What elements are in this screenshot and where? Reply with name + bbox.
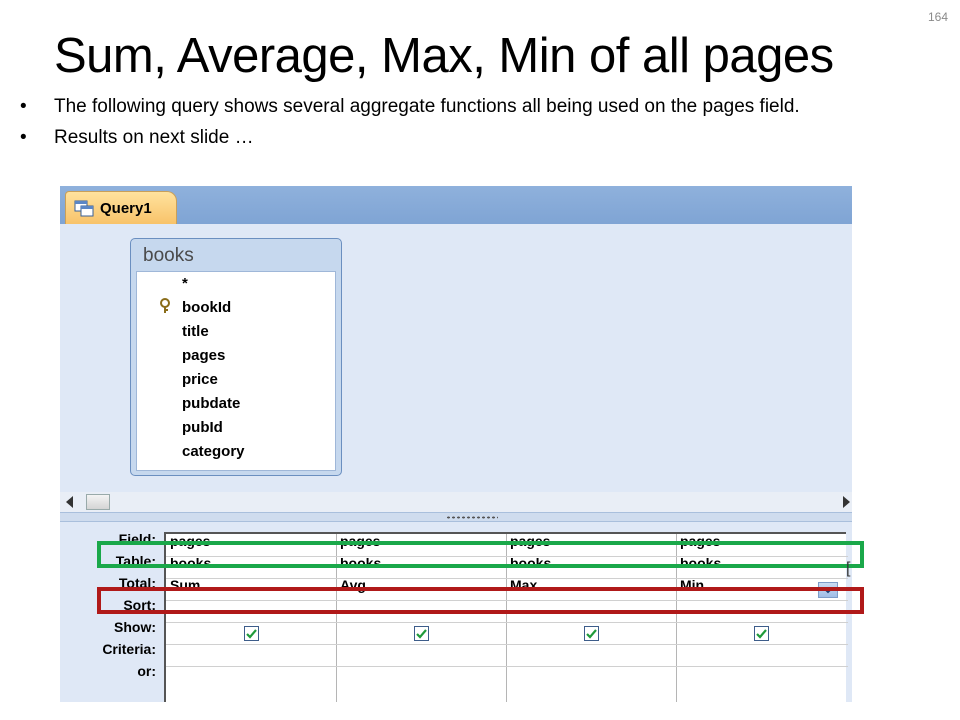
bullet-dot: • xyxy=(20,96,27,117)
field-item-pubdate[interactable]: pubdate xyxy=(182,394,240,414)
query-icon xyxy=(74,199,94,217)
bullet-dot: • xyxy=(20,127,27,148)
tab-query1[interactable]: Query1 xyxy=(65,191,177,224)
field-item-asterisk[interactable]: * xyxy=(182,274,188,294)
bullet-item: • Results on next slide … xyxy=(20,127,950,149)
checkmark-icon xyxy=(246,629,257,639)
bullet-text: Results on next slide … xyxy=(54,127,254,148)
primary-key-icon xyxy=(159,298,171,319)
show-checkbox[interactable] xyxy=(244,626,259,641)
field-item-bookid[interactable]: bookId xyxy=(182,298,231,318)
bullet-list: • The following query shows several aggre… xyxy=(20,96,950,158)
checkmark-icon xyxy=(586,629,597,639)
total-row-highlight xyxy=(97,587,864,614)
splitter-grip-icon[interactable] xyxy=(446,516,498,519)
row-divider xyxy=(166,666,848,667)
show-checkbox[interactable] xyxy=(754,626,769,641)
slide-title: Sum, Average, Max, Min of all pages xyxy=(54,29,834,83)
checkmark-icon xyxy=(756,629,767,639)
show-checkbox[interactable] xyxy=(584,626,599,641)
access-query-window: Query1 books * bookId title pages price … xyxy=(60,186,852,702)
row-label-show: Show: xyxy=(114,619,156,635)
horizontal-scrollbar[interactable] xyxy=(60,492,852,512)
scroll-thumb[interactable] xyxy=(86,494,110,510)
field-item-pubid[interactable]: pubId xyxy=(182,418,223,438)
field-row-highlight xyxy=(97,541,864,568)
field-item-category[interactable]: category xyxy=(182,442,245,462)
field-item-price[interactable]: price xyxy=(182,370,218,390)
scroll-left-icon[interactable] xyxy=(66,496,73,508)
document-tab-strip: Query1 xyxy=(60,186,852,224)
field-item-pages[interactable]: pages xyxy=(182,346,225,366)
tab-label: Query1 xyxy=(100,199,152,217)
show-checkbox[interactable] xyxy=(414,626,429,641)
field-list-items: * bookId title pages price pubdate pubId… xyxy=(136,271,336,471)
pane-splitter[interactable] xyxy=(60,512,852,522)
row-label-or: or: xyxy=(137,663,156,679)
row-divider xyxy=(166,644,848,645)
slide-number: 164 xyxy=(927,10,948,24)
field-list-books[interactable]: books * bookId title pages price pubdate… xyxy=(130,238,342,476)
query-design-pane: books * bookId title pages price pubdate… xyxy=(60,224,852,496)
row-label-criteria: Criteria: xyxy=(102,641,156,657)
field-list-title: books xyxy=(143,245,194,266)
bullet-item: • The following query shows several aggre… xyxy=(20,96,950,118)
row-divider xyxy=(166,622,848,623)
checkmark-icon xyxy=(416,629,427,639)
bracket-glyph: [ xyxy=(846,560,851,577)
bullet-text: The following query shows several aggreg… xyxy=(54,96,800,117)
scroll-right-icon[interactable] xyxy=(843,496,850,508)
field-item-title[interactable]: title xyxy=(182,322,209,342)
